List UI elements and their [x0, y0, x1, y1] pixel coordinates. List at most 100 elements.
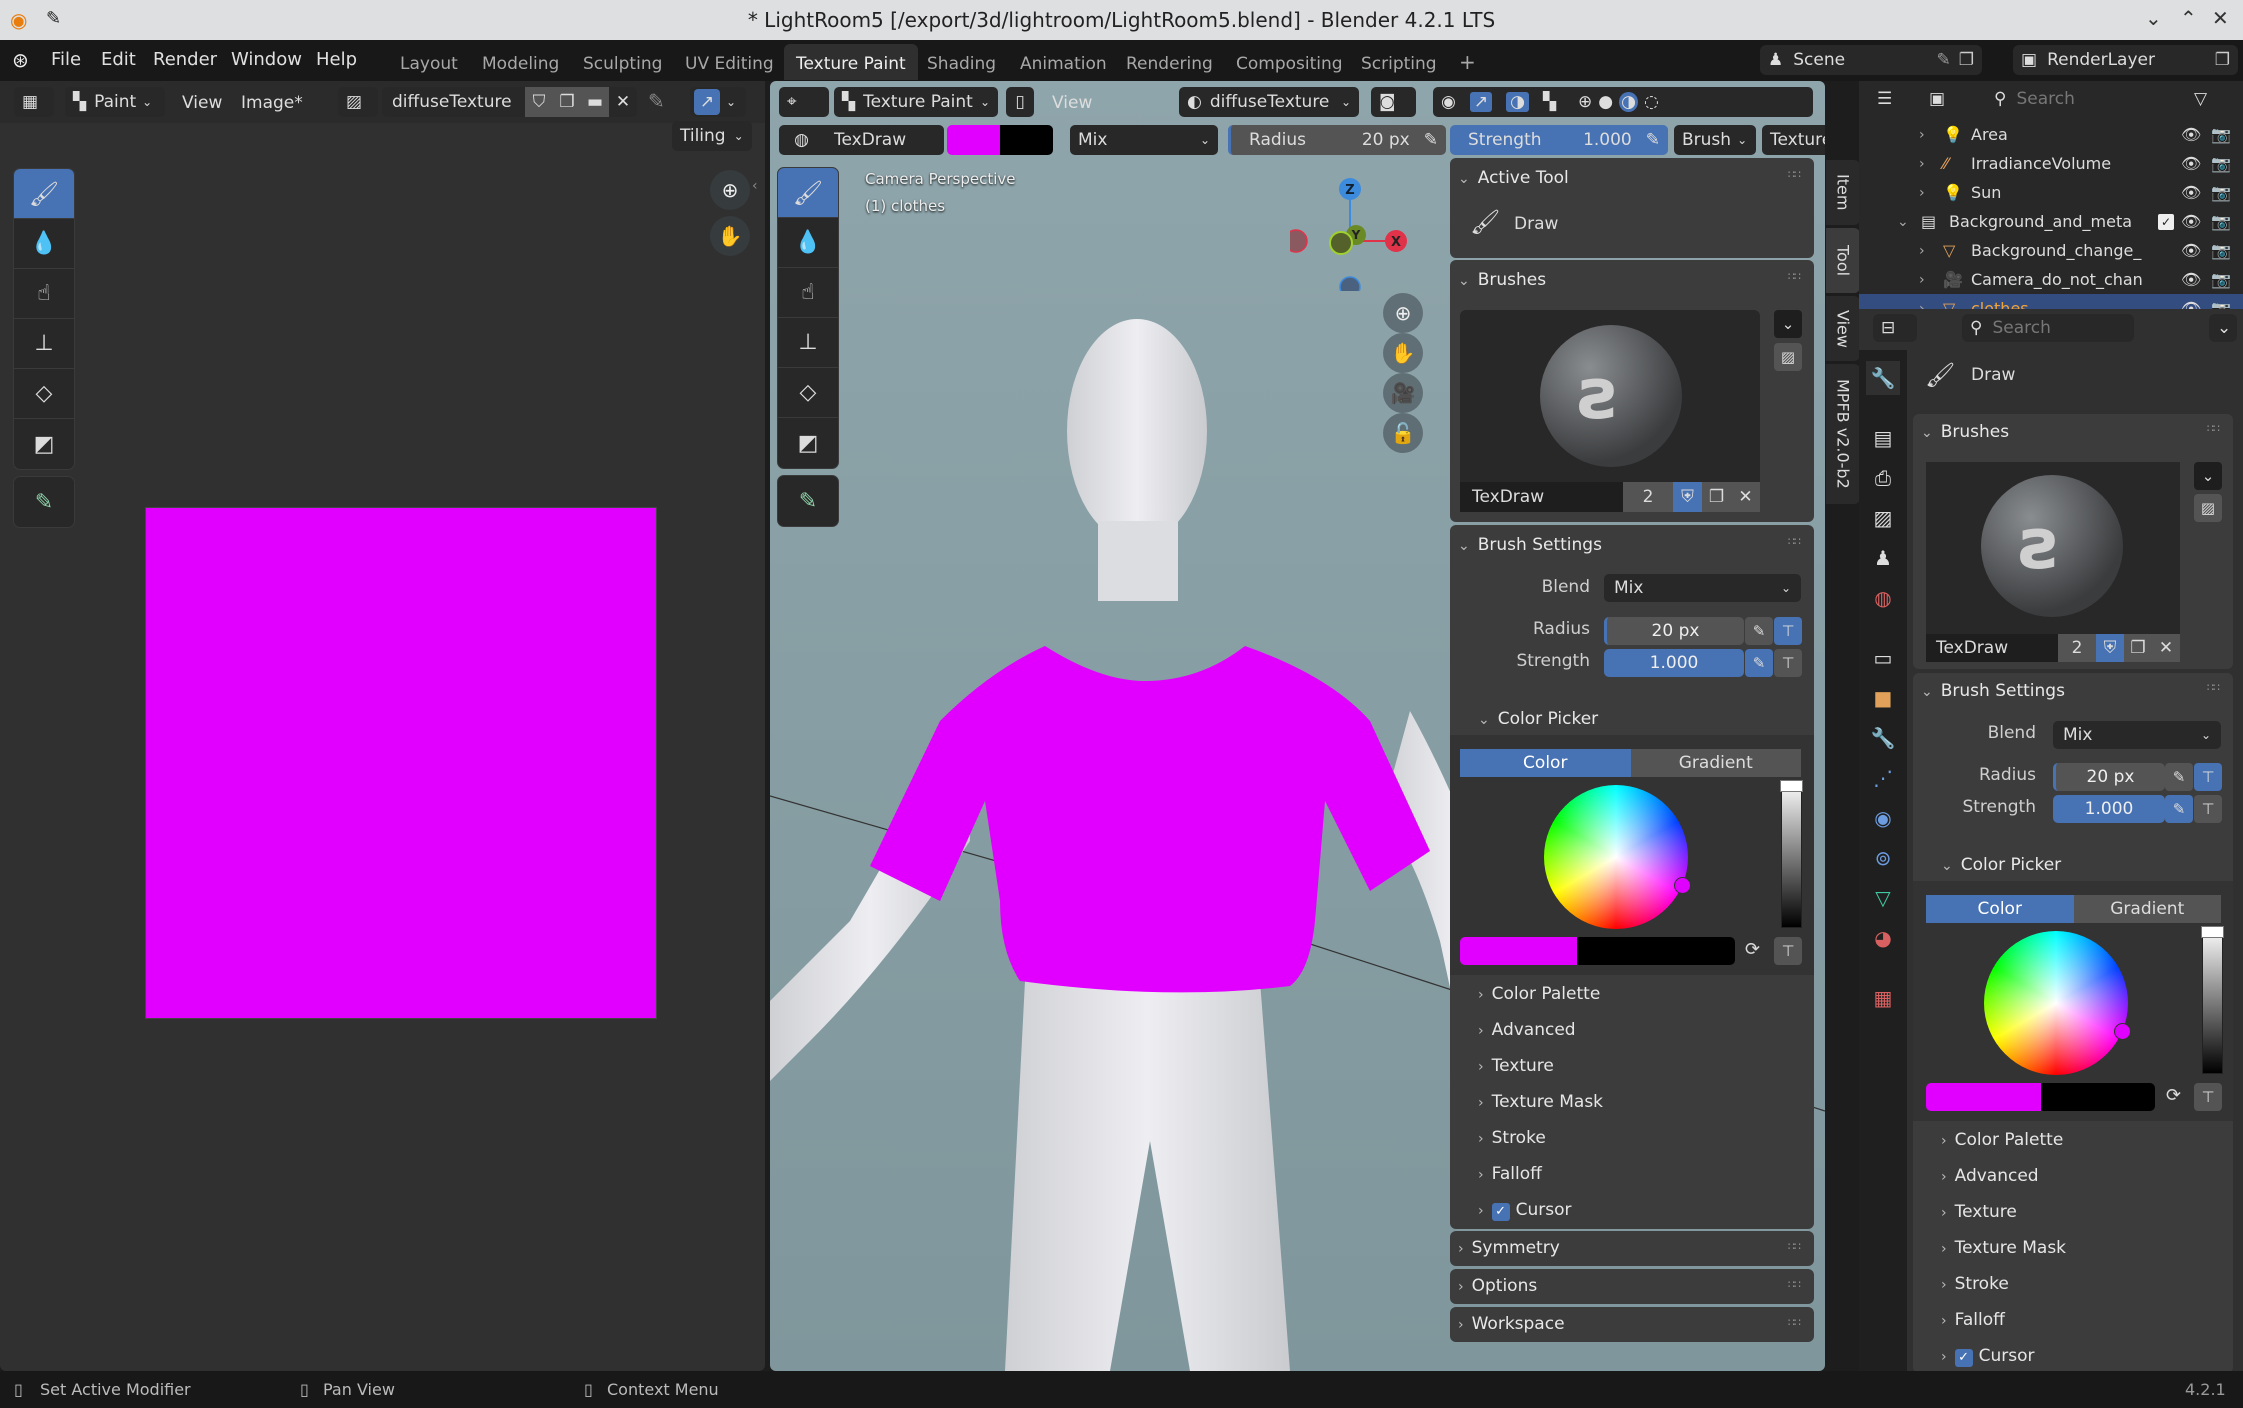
subpanel-falloff[interactable]: › Falloff: [1478, 1164, 1542, 1184]
tool-soften[interactable]: 💧: [14, 219, 74, 269]
solid-shading-icon[interactable]: ●: [1598, 92, 1613, 112]
subpanel-cursor[interactable]: › ✓ Cursor: [1941, 1346, 2035, 1367]
camera-render-icon[interactable]: 📷: [2211, 212, 2231, 231]
properties-tab-collection-icon[interactable]: ▭: [1866, 641, 1900, 675]
color-picker-header[interactable]: ⌄ Color Picker: [1478, 709, 1598, 729]
camera-render-icon[interactable]: 📷: [2211, 183, 2231, 202]
drag-grip-icon[interactable]: ∷∷: [2207, 681, 2220, 694]
properties-tab-particles-icon[interactable]: ⋰: [1866, 761, 1900, 795]
visibility-icon[interactable]: ◉: [1441, 92, 1456, 112]
paint-overlay-icon[interactable]: ▚: [1543, 92, 1556, 112]
brush-menu[interactable]: Brush ⌄: [1674, 125, 1756, 155]
blend-dropdown[interactable]: Mix ⌄: [2053, 721, 2221, 749]
strength-pressure-icon[interactable]: ✎: [1745, 649, 1773, 677]
blend-dropdown[interactable]: Mix ⌄: [1070, 125, 1218, 155]
value-slider[interactable]: [2202, 926, 2223, 1074]
secondary-color[interactable]: [1000, 125, 1053, 155]
tab-texture-paint[interactable]: Texture Paint: [784, 44, 918, 80]
properties-search[interactable]: ⚲ Search: [1962, 314, 2134, 342]
tool-soften[interactable]: 💧: [778, 218, 838, 268]
fake-user-shield-icon[interactable]: ⛨: [2096, 634, 2124, 662]
pressure-icon[interactable]: ✎: [1646, 130, 1660, 150]
subpanel-texture-mask[interactable]: › Texture Mask: [1941, 1238, 2066, 1258]
tab-shading[interactable]: Shading: [915, 44, 1008, 80]
image-name-field[interactable]: diffuseTexture: [382, 92, 525, 112]
strength-field[interactable]: 1.000: [1604, 649, 1744, 677]
strength-field[interactable]: Strength 1.000 ✎: [1450, 125, 1668, 155]
color-tab[interactable]: Color: [1926, 895, 2074, 923]
chevron-down-icon[interactable]: ⌄: [1897, 214, 1909, 230]
blend-dropdown[interactable]: Mix ⌄: [1604, 574, 1801, 602]
primary-color[interactable]: [1460, 937, 1578, 965]
mode-selector[interactable]: ▚ Paint ⌄: [65, 87, 165, 117]
brush-list-toggle-icon[interactable]: ⌄: [1774, 310, 1802, 338]
drag-grip-icon[interactable]: ∷∷: [1788, 1278, 1801, 1291]
tab-uv-editing[interactable]: UV Editing: [673, 44, 786, 80]
tab-animation[interactable]: Animation: [1008, 44, 1119, 80]
tool-smear[interactable]: ☝: [14, 269, 74, 319]
properties-tab-tool-icon[interactable]: 🔧: [1866, 361, 1900, 395]
brushes-header[interactable]: ⌄ Brushes: [1458, 270, 1546, 290]
outliner-row[interactable]: › 🎥 Camera_do_not_chan 👁 📷: [1859, 265, 2243, 294]
eye-icon[interactable]: 👁: [2181, 241, 2201, 260]
mask-selector[interactable]: ◙: [1371, 87, 1416, 117]
menu-render[interactable]: Render: [153, 49, 217, 70]
brush-selector[interactable]: ◍ TexDraw: [779, 125, 944, 155]
properties-tab-constraints-icon[interactable]: ⊚: [1866, 841, 1900, 875]
color-wheel-cursor[interactable]: [2114, 1023, 2131, 1040]
brush-image-icon[interactable]: ▨: [2194, 494, 2222, 522]
new-scene-icon[interactable]: ❐: [1959, 50, 1974, 70]
options-panel[interactable]: › Options ∷∷: [1450, 1269, 1814, 1304]
fake-user-icon[interactable]: ⛉: [525, 87, 553, 117]
fake-user-shield-icon[interactable]: ⛨: [1673, 482, 1702, 512]
active-tool-header[interactable]: ⌄ Active Tool: [1458, 168, 1569, 188]
texture-canvas[interactable]: [145, 507, 657, 1019]
duplicate-icon[interactable]: ❐: [553, 87, 581, 117]
brush-settings-header[interactable]: ⌄ Brush Settings: [1458, 535, 1602, 555]
properties-tab-texture-icon[interactable]: ▦: [1866, 981, 1900, 1015]
camera-render-icon[interactable]: 📷: [2211, 154, 2231, 173]
tiling-dropdown[interactable]: Tiling ⌄: [672, 121, 752, 151]
image-menu[interactable]: Image*: [241, 93, 303, 113]
brush-list-toggle-icon[interactable]: ⌄: [2194, 462, 2222, 490]
eye-icon[interactable]: 👁: [2181, 154, 2201, 173]
subpanel-color-palette[interactable]: › Color Palette: [1478, 984, 1600, 1004]
maximize-icon[interactable]: ⌃: [2180, 6, 2197, 30]
properties-tab-scene-icon[interactable]: ♟: [1866, 541, 1900, 575]
brush-name-field[interactable]: TexDraw: [1926, 634, 2058, 662]
brush-preview[interactable]: ƨ: [1460, 310, 1760, 482]
editor-type-button[interactable]: ▦: [14, 87, 54, 117]
color-swatch[interactable]: [1926, 1083, 2155, 1111]
value-slider-handle[interactable]: [1780, 780, 1803, 792]
outliner-row[interactable]: › 💡 Area 👁 📷: [1859, 120, 2243, 149]
tab-compositing[interactable]: Compositing: [1224, 44, 1355, 80]
color-swatch[interactable]: [1460, 937, 1735, 965]
display-mode-button[interactable]: ☰: [1869, 83, 1913, 115]
tab-layout[interactable]: Layout: [388, 44, 470, 80]
properties-tab-render-icon[interactable]: ▤: [1866, 421, 1900, 455]
close-icon[interactable]: ✕: [2212, 6, 2229, 30]
filter-button[interactable]: ▽: [2186, 83, 2231, 115]
strength-unified-icon[interactable]: ⊤: [2194, 795, 2222, 823]
mode-selector[interactable]: ▚ Texture Paint ⌄: [834, 87, 998, 117]
swap-colors-icon[interactable]: ⟳: [2166, 1085, 2181, 1106]
gizmo-neg-y[interactable]: [1329, 231, 1353, 255]
radius-field[interactable]: 20 px: [1604, 617, 1744, 645]
chevron-right-icon[interactable]: ›: [1919, 127, 1925, 143]
editor-type-button[interactable]: ⊟: [1873, 314, 1917, 342]
camera-render-icon[interactable]: 📷: [2211, 270, 2231, 289]
properties-tab-object-icon[interactable]: ■: [1866, 681, 1900, 715]
slots-toggle[interactable]: ▯: [1006, 87, 1034, 117]
navigation-gizmo[interactable]: Z Y X: [1290, 171, 1410, 291]
sidebar-toggle-icon[interactable]: ‹: [752, 178, 758, 194]
close-icon[interactable]: ✕: [1731, 482, 1760, 512]
color-unified-icon[interactable]: ⊤: [2194, 1083, 2222, 1111]
properties-tab-world-icon[interactable]: ◍: [1866, 581, 1900, 615]
subpanel-stroke[interactable]: › Stroke: [1478, 1128, 1546, 1148]
eye-icon[interactable]: 👁: [2181, 125, 2201, 144]
color-tab[interactable]: Color: [1460, 749, 1631, 777]
npanel-tab-mpfb[interactable]: MPFB v2.0-b2: [1826, 364, 1860, 504]
brush-users-count[interactable]: 2: [2058, 634, 2096, 662]
menu-help[interactable]: Help: [316, 49, 357, 70]
tool-mask[interactable]: ◩: [14, 419, 74, 469]
